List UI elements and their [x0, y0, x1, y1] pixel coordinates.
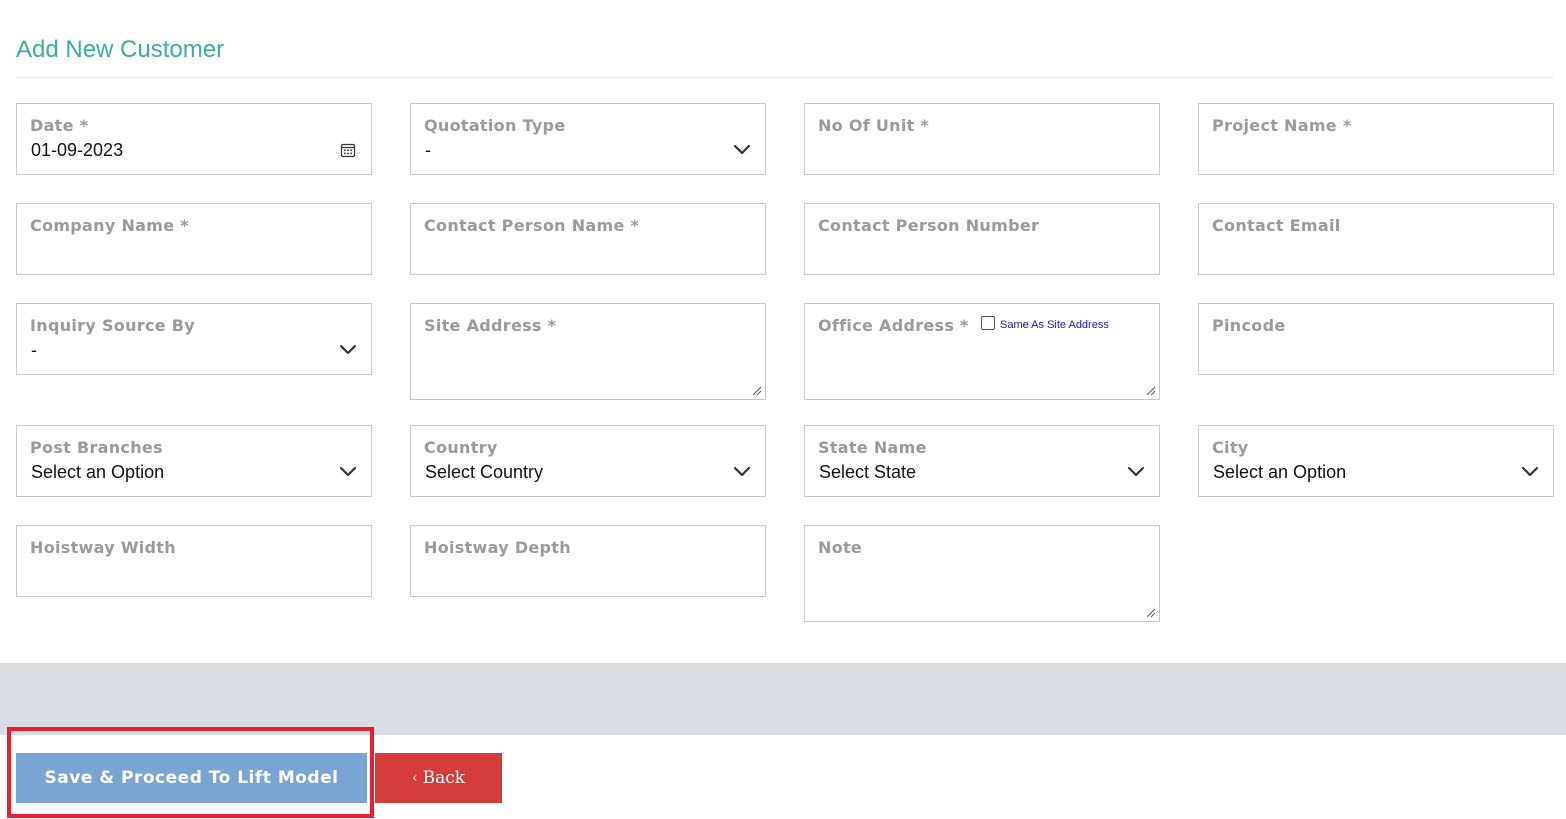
quotation-type-select[interactable]: Quotation Type - [410, 103, 766, 175]
chevron-down-icon [733, 466, 751, 477]
hoistway-width-label: Hoistway Width [30, 538, 176, 557]
city-value: Select an Option [1213, 462, 1347, 482]
city-label: City [1212, 438, 1249, 457]
chevron-down-icon [1521, 466, 1539, 477]
contact-person-name-field[interactable]: Contact Person Name * [410, 203, 766, 275]
title-divider [16, 77, 1554, 78]
resize-handle-icon[interactable] [1146, 386, 1156, 396]
country-select[interactable]: Country Select Country [410, 425, 766, 497]
save-proceed-button[interactable]: Save & Proceed To Lift Model [16, 753, 367, 803]
chevron-down-icon [339, 344, 357, 355]
inquiry-source-value: - [31, 340, 37, 360]
hoistway-depth-label: Hoistway Depth [424, 538, 571, 557]
chevron-down-icon [1127, 466, 1145, 477]
checkbox-icon[interactable] [981, 316, 995, 330]
inquiry-source-select[interactable]: Inquiry Source By - [16, 303, 372, 375]
post-branches-label: Post Branches [30, 438, 163, 457]
inquiry-source-label: Inquiry Source By [30, 316, 195, 335]
country-label: Country [424, 438, 498, 457]
no-of-unit-label: No Of Unit * [818, 116, 930, 135]
site-address-textarea[interactable]: Site Address * [410, 303, 766, 400]
post-branches-select[interactable]: Post Branches Select an Option [16, 425, 372, 497]
date-value: 01-09-2023 [31, 140, 124, 160]
office-address-textarea[interactable]: Office Address * Same As Site Address [804, 303, 1160, 400]
company-name-field[interactable]: Company Name * [16, 203, 372, 275]
post-branches-value: Select an Option [31, 462, 165, 482]
country-value: Select Country [425, 462, 544, 482]
contact-person-name-label: Contact Person Name * [424, 216, 640, 235]
same-as-site-address-checkbox[interactable]: Same As Site Address [981, 315, 1109, 331]
date-field[interactable]: Date * 01-09-2023 [16, 103, 372, 175]
back-label: Back [422, 768, 466, 788]
contact-person-number-field[interactable]: Contact Person Number [804, 203, 1160, 275]
resize-handle-icon[interactable] [752, 386, 762, 396]
chevron-down-icon [733, 144, 751, 155]
note-textarea[interactable]: Note [804, 525, 1160, 622]
hoistway-width-field[interactable]: Hoistway Width [16, 525, 372, 597]
footer-band [0, 663, 1566, 735]
pincode-label: Pincode [1212, 316, 1286, 335]
quotation-type-value: - [425, 140, 431, 160]
page-title: Add New Customer [16, 36, 225, 63]
calendar-icon[interactable] [340, 142, 356, 158]
date-label: Date * [30, 116, 89, 135]
state-name-select[interactable]: State Name Select State [804, 425, 1160, 497]
contact-email-field[interactable]: Contact Email [1198, 203, 1554, 275]
state-name-label: State Name [818, 438, 927, 457]
no-of-unit-field[interactable]: No Of Unit * [804, 103, 1160, 175]
chevron-down-icon [339, 466, 357, 477]
state-name-value: Select State [819, 462, 917, 482]
chevron-left-icon: ‹ [411, 770, 418, 786]
site-address-label: Site Address * [424, 316, 557, 335]
office-address-label: Office Address * [818, 316, 969, 335]
quotation-type-label: Quotation Type [424, 116, 566, 135]
hoistway-depth-field[interactable]: Hoistway Depth [410, 525, 766, 597]
project-name-label: Project Name * [1212, 116, 1352, 135]
resize-handle-icon[interactable] [1146, 608, 1156, 618]
back-button[interactable]: ‹ Back [375, 753, 502, 803]
company-name-label: Company Name * [30, 216, 189, 235]
contact-person-number-label: Contact Person Number [818, 216, 1040, 235]
contact-email-label: Contact Email [1212, 216, 1341, 235]
same-as-site-address-label[interactable]: Same As Site Address [1000, 319, 1109, 331]
project-name-field[interactable]: Project Name * [1198, 103, 1554, 175]
note-label: Note [818, 538, 863, 557]
city-select[interactable]: City Select an Option [1198, 425, 1554, 497]
pincode-field[interactable]: Pincode [1198, 303, 1554, 375]
